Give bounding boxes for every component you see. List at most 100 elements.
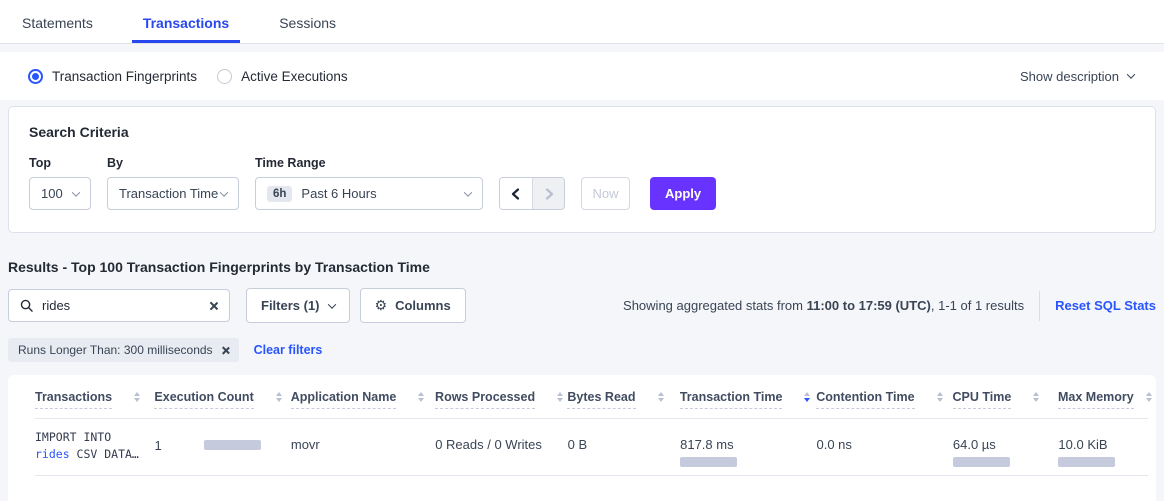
column-header-rows-processed[interactable]: Rows Processed bbox=[435, 390, 567, 409]
search-input[interactable] bbox=[42, 298, 208, 313]
top-select-value: 100 bbox=[41, 186, 63, 201]
clear-search-icon[interactable] bbox=[208, 301, 218, 311]
gear-icon: ⚙ bbox=[375, 299, 388, 313]
table-header-row: Transactions Execution Count Application… bbox=[35, 375, 1148, 419]
chevron-down-icon bbox=[464, 188, 472, 196]
view-toggle-bar: Transaction Fingerprints Active Executio… bbox=[0, 52, 1164, 100]
execution-count-value: 1 bbox=[154, 438, 161, 453]
columns-button-label: Columns bbox=[395, 298, 451, 313]
next-time-window-button[interactable] bbox=[532, 178, 564, 209]
contention-time-cell: 0.0 ns bbox=[817, 426, 953, 475]
column-header-execution-count[interactable]: Execution Count bbox=[154, 390, 290, 409]
filter-chip-row: Runs Longer Than: 300 milliseconds Clear… bbox=[8, 338, 1156, 362]
show-description-label: Show description bbox=[1020, 69, 1119, 84]
filters-button-label: Filters (1) bbox=[261, 298, 320, 313]
stats-text: Showing aggregated stats from 11:00 to 1… bbox=[623, 298, 1024, 313]
execution-count-bar bbox=[204, 440, 261, 450]
chevron-down-icon bbox=[72, 188, 80, 196]
columns-button[interactable]: ⚙ Columns bbox=[360, 288, 466, 323]
radio-unselected-icon bbox=[217, 69, 232, 84]
top-field: Top 100 bbox=[29, 156, 91, 210]
view-radio-group: Transaction Fingerprints Active Executio… bbox=[28, 69, 348, 84]
tab-sessions[interactable]: Sessions bbox=[268, 15, 347, 43]
results-toolbar: Filters (1) ⚙ Columns Showing aggregated… bbox=[8, 288, 1156, 323]
cpu-time-bar bbox=[953, 457, 1010, 467]
statement-text-line1: IMPORT INTO bbox=[35, 429, 154, 446]
time-range-select[interactable]: 6h Past 6 Hours bbox=[255, 177, 483, 210]
max-memory-cell: 10.0 KiB bbox=[1058, 426, 1148, 475]
tab-transactions[interactable]: Transactions bbox=[132, 15, 240, 43]
cpu-time-value: 64.0 µs bbox=[953, 437, 996, 452]
filter-chip: Runs Longer Than: 300 milliseconds bbox=[8, 338, 239, 362]
execution-count-cell: 1 bbox=[154, 426, 290, 464]
transaction-time-bar bbox=[680, 457, 737, 467]
sort-icon[interactable] bbox=[937, 392, 943, 402]
sort-icon[interactable] bbox=[276, 392, 282, 402]
transaction-time-cell: 817.8 ms bbox=[680, 426, 816, 475]
radio-transaction-fingerprints[interactable]: Transaction Fingerprints bbox=[28, 69, 197, 84]
chevron-down-icon bbox=[220, 188, 228, 196]
cpu-time-cell: 64.0 µs bbox=[953, 426, 1059, 475]
time-window-nav bbox=[499, 177, 565, 210]
time-range-field: Time Range 6h Past 6 Hours bbox=[255, 156, 483, 210]
top-select[interactable]: 100 bbox=[29, 177, 91, 210]
reset-sql-stats-link[interactable]: Reset SQL Stats bbox=[1055, 298, 1156, 313]
max-memory-value: 10.0 KiB bbox=[1058, 437, 1107, 452]
page-tabs: Statements Transactions Sessions bbox=[0, 0, 1164, 44]
sort-icon[interactable] bbox=[1146, 392, 1152, 402]
filter-chip-label: Runs Longer Than: 300 milliseconds bbox=[18, 343, 213, 357]
column-header-contention-time[interactable]: Contention Time bbox=[816, 390, 952, 409]
sort-icon-active-desc[interactable] bbox=[804, 392, 810, 402]
sort-icon[interactable] bbox=[658, 392, 664, 402]
column-header-transactions[interactable]: Transactions bbox=[35, 390, 154, 409]
previous-time-window-button[interactable] bbox=[500, 178, 532, 209]
show-description-toggle[interactable]: Show description bbox=[1020, 69, 1134, 84]
chevron-left-icon bbox=[510, 188, 522, 200]
radio-label: Transaction Fingerprints bbox=[52, 69, 197, 84]
apply-button[interactable]: Apply bbox=[650, 177, 716, 210]
tab-statements[interactable]: Statements bbox=[11, 15, 104, 43]
vertical-divider bbox=[1039, 291, 1040, 321]
statement-text-line2: rides CSV DATA… bbox=[35, 446, 154, 463]
stats-summary: Showing aggregated stats from 11:00 to 1… bbox=[623, 291, 1156, 321]
chevron-right-icon bbox=[543, 188, 555, 200]
by-field: By Transaction Time bbox=[107, 156, 239, 210]
radio-selected-icon bbox=[28, 69, 43, 84]
sort-icon[interactable] bbox=[557, 392, 563, 402]
time-range-label: Time Range bbox=[255, 156, 483, 170]
search-box[interactable] bbox=[8, 289, 230, 322]
max-memory-bar bbox=[1058, 457, 1115, 467]
radio-label: Active Executions bbox=[241, 69, 348, 84]
bytes-read-cell: 0 B bbox=[568, 426, 681, 475]
radio-active-executions[interactable]: Active Executions bbox=[217, 69, 348, 84]
by-select[interactable]: Transaction Time bbox=[107, 177, 239, 210]
results-table: Transactions Execution Count Application… bbox=[8, 375, 1156, 501]
time-range-value: Past 6 Hours bbox=[301, 186, 376, 201]
transaction-fingerprint-link[interactable]: IMPORT INTO rides CSV DATA… bbox=[35, 426, 154, 475]
application-name-cell: movr bbox=[291, 426, 435, 475]
table-row: IMPORT INTO rides CSV DATA… 1 movr 0 Rea… bbox=[35, 419, 1148, 476]
sort-icon[interactable] bbox=[134, 392, 140, 402]
transaction-time-value: 817.8 ms bbox=[680, 437, 733, 452]
by-select-value: Transaction Time bbox=[119, 186, 218, 201]
column-header-cpu-time[interactable]: CPU Time bbox=[953, 390, 1058, 409]
search-criteria-title: Search Criteria bbox=[29, 124, 1135, 140]
results-heading: Results - Top 100 Transaction Fingerprin… bbox=[8, 259, 1156, 275]
by-label: By bbox=[107, 156, 239, 170]
clear-filters-link[interactable]: Clear filters bbox=[254, 343, 323, 357]
chevron-down-icon bbox=[1127, 70, 1135, 78]
now-button[interactable]: Now bbox=[581, 177, 630, 210]
column-header-transaction-time[interactable]: Transaction Time bbox=[680, 390, 816, 409]
top-label: Top bbox=[29, 156, 91, 170]
column-header-max-memory[interactable]: Max Memory bbox=[1058, 390, 1148, 409]
filters-button[interactable]: Filters (1) bbox=[246, 288, 350, 323]
sort-icon[interactable] bbox=[1033, 392, 1039, 402]
chevron-down-icon bbox=[327, 300, 335, 308]
sort-icon[interactable] bbox=[418, 392, 424, 402]
search-icon bbox=[20, 299, 33, 312]
time-range-badge: 6h bbox=[267, 186, 292, 202]
rows-processed-cell: 0 Reads / 0 Writes bbox=[435, 426, 567, 475]
remove-filter-icon[interactable] bbox=[221, 346, 230, 355]
column-header-bytes-read[interactable]: Bytes Read bbox=[567, 390, 679, 409]
column-header-application-name[interactable]: Application Name bbox=[291, 390, 435, 409]
